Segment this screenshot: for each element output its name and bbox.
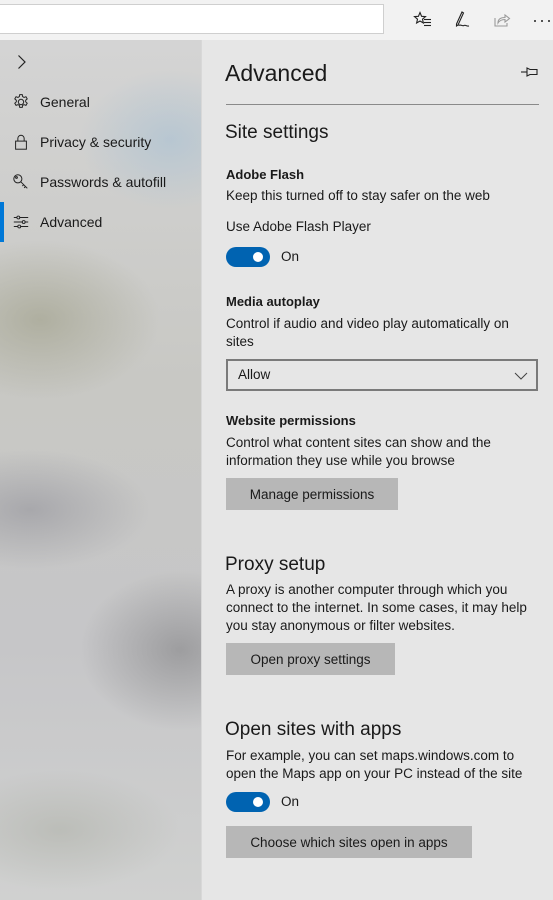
settings-sidebar: General Privacy & security Passwords & a… bbox=[0, 40, 201, 900]
sidebar-item-passwords-autofill[interactable]: Passwords & autofill bbox=[0, 162, 201, 202]
key-icon bbox=[11, 172, 31, 192]
open-sites-with-apps-description: For example, you can set maps.windows.co… bbox=[226, 748, 523, 781]
browser-toolbar bbox=[0, 0, 553, 40]
open-sites-with-apps-heading: Open sites with apps bbox=[225, 719, 402, 740]
toggle-knob bbox=[253, 797, 263, 807]
site-settings-heading: Site settings bbox=[225, 122, 329, 143]
lock-icon bbox=[11, 132, 31, 152]
sliders-icon bbox=[11, 212, 31, 232]
share-icon[interactable] bbox=[490, 8, 514, 32]
media-autoplay-dropdown[interactable]: Allow bbox=[226, 359, 538, 391]
chevron-right-icon[interactable] bbox=[12, 52, 32, 72]
choose-sites-open-in-apps-button[interactable]: Choose which sites open in apps bbox=[226, 826, 472, 858]
sidebar-item-advanced[interactable]: Advanced bbox=[0, 202, 201, 242]
adobe-flash-description: Keep this turned off to stay safer on th… bbox=[226, 188, 490, 203]
sidebar-item-label: Passwords & autofill bbox=[40, 174, 167, 190]
flash-player-toggle[interactable] bbox=[226, 247, 270, 267]
sidebar-item-label: Advanced bbox=[40, 214, 103, 230]
dropdown-selected-value: Allow bbox=[238, 367, 271, 382]
media-autoplay-heading: Media autoplay bbox=[226, 294, 320, 309]
website-permissions-heading: Website permissions bbox=[226, 413, 356, 428]
toggle-knob bbox=[253, 252, 263, 262]
pin-icon[interactable] bbox=[520, 64, 540, 80]
title-divider bbox=[226, 104, 539, 105]
media-autoplay-description: Control if audio and video play automati… bbox=[226, 316, 509, 349]
adobe-flash-heading: Adobe Flash bbox=[226, 167, 305, 182]
sidebar-item-privacy-security[interactable]: Privacy & security bbox=[0, 122, 201, 162]
advanced-settings-panel: Advanced Site settings Adobe Flash Keep … bbox=[201, 40, 553, 900]
address-bar[interactable] bbox=[0, 4, 384, 34]
pen-notes-icon[interactable] bbox=[450, 8, 474, 32]
sidebar-item-label: Privacy & security bbox=[40, 134, 152, 150]
chevron-down-icon bbox=[514, 369, 528, 381]
proxy-setup-heading: Proxy setup bbox=[225, 554, 326, 575]
website-permissions-description: Control what content sites can show and … bbox=[226, 435, 491, 468]
gear-icon bbox=[11, 92, 31, 112]
page-title: Advanced bbox=[225, 60, 328, 86]
flash-player-toggle-state: On bbox=[281, 249, 300, 264]
open-proxy-settings-button[interactable]: Open proxy settings bbox=[226, 643, 395, 675]
sidebar-item-label: General bbox=[40, 94, 90, 110]
manage-permissions-button[interactable]: Manage permissions bbox=[226, 478, 398, 510]
favorites-list-icon[interactable] bbox=[411, 8, 435, 32]
open-sites-with-apps-toggle[interactable] bbox=[226, 792, 270, 812]
more-icon[interactable] bbox=[530, 8, 553, 32]
sidebar-item-general[interactable]: General bbox=[0, 82, 201, 122]
open-sites-with-apps-toggle-state: On bbox=[281, 794, 300, 809]
proxy-setup-description: A proxy is another computer through whic… bbox=[226, 582, 527, 633]
flash-player-toggle-label: Use Adobe Flash Player bbox=[226, 219, 371, 234]
